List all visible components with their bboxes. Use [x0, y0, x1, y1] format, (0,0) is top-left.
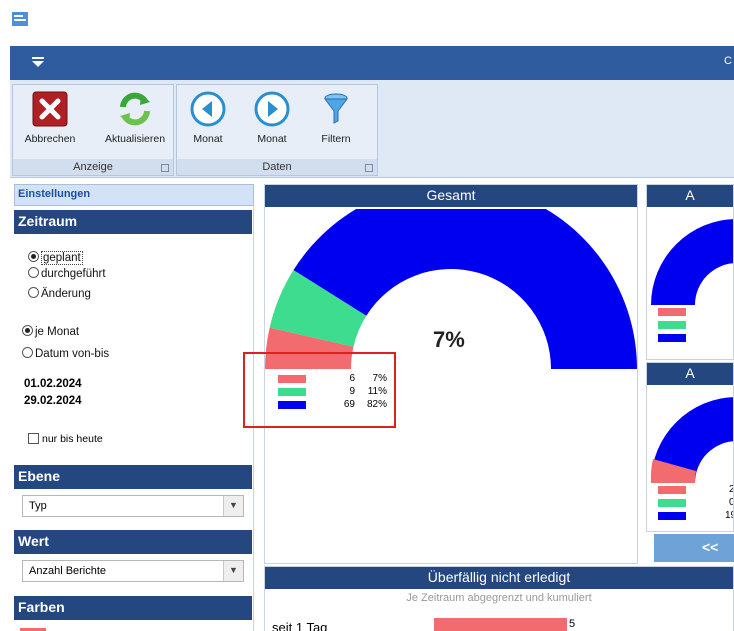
monat-forward-label: Monat	[257, 133, 287, 145]
chevron-down-icon[interactable]: ▼	[223, 561, 243, 581]
legend-row: 2	[657, 484, 733, 495]
radio-dot	[22, 325, 33, 336]
wert-header: Wert	[14, 530, 252, 554]
legend-swatch	[657, 320, 687, 330]
aktualisieren-label: Aktualisieren	[104, 133, 166, 145]
legend-count: 2	[729, 484, 733, 495]
legend-swatch	[657, 485, 687, 495]
previous-button[interactable]: <<	[654, 534, 734, 562]
checkbox-label: nur bis heute	[42, 433, 103, 445]
legend-swatch	[657, 333, 687, 343]
legend-row: 0	[657, 320, 733, 330]
ribbon-group-label-daten: Daten	[177, 159, 377, 175]
monat-back-label: Monat	[193, 133, 223, 145]
ribbon: Abbrechen Aktualisieren Anzeige Monat Mo…	[10, 80, 734, 178]
legend-count: 0	[729, 497, 733, 508]
wert-select[interactable]: Anzahl Berichte ▼	[22, 560, 244, 582]
overdue-bar-value: 5	[569, 618, 576, 630]
ribbon-group-anzeige: Abbrechen Aktualisieren Anzeige	[12, 84, 174, 176]
abbrechen-label: Abbrechen	[24, 133, 76, 145]
checkbox-box	[28, 433, 39, 444]
radio-dot	[28, 251, 39, 262]
radio-je-monat[interactable]: je Monat	[22, 325, 79, 338]
radio-dot	[28, 287, 39, 298]
bar-right-text: C	[724, 55, 732, 67]
aktualisieren-button[interactable]: Aktualisieren	[97, 91, 173, 145]
legend-row: 0	[657, 497, 733, 508]
settings-panel: Einstellungen Zeitraum geplant durchgefü…	[14, 184, 254, 631]
radio-dot	[22, 347, 33, 358]
radio-aenderung[interactable]: Änderung	[28, 287, 91, 300]
cancel-icon	[32, 91, 68, 127]
zeitraum-header: Zeitraum	[14, 210, 252, 234]
ebene-header: Ebene	[14, 465, 252, 489]
ribbon-group-daten: Monat Monat Filtern Daten	[176, 84, 378, 176]
nur-bis-heute-checkbox[interactable]: nur bis heute	[28, 433, 103, 445]
legend-count: 19	[725, 510, 733, 521]
ribbon-group-label-anzeige: Anzeige	[13, 159, 173, 175]
filter-icon	[324, 93, 348, 124]
side-bottom-title: A	[647, 363, 733, 385]
radio-label: Änderung	[41, 288, 91, 300]
legend-swatch	[657, 307, 687, 317]
side-top-title: A	[647, 185, 733, 207]
farben-header: Farben	[14, 596, 252, 620]
dialog-launcher-icon[interactable]	[365, 164, 373, 172]
side-bottom-donut-chart	[650, 397, 733, 483]
legend-row: 6	[657, 333, 733, 343]
quick-access-dropdown-icon[interactable]	[32, 57, 44, 67]
monat-forward-button[interactable]: Monat	[237, 91, 307, 145]
legend-swatch	[657, 498, 687, 508]
app-icon	[12, 12, 28, 26]
gesamt-title: Gesamt	[265, 185, 637, 207]
overdue-bar	[434, 618, 567, 631]
refresh-icon	[120, 92, 150, 126]
settings-title: Einstellungen	[14, 184, 254, 206]
dialog-launcher-icon[interactable]	[161, 164, 169, 172]
side-top-donut-chart	[651, 219, 733, 305]
wert-value: Anzahl Berichte	[29, 565, 107, 577]
date-from: 01.02.2024	[24, 378, 82, 390]
overdue-row-label: seit 1 Tag	[272, 620, 328, 631]
date-to: 29.02.2024	[24, 395, 82, 407]
ebene-value: Typ	[29, 500, 47, 512]
legend-row: 19	[657, 510, 733, 521]
radio-dot	[28, 267, 39, 278]
ebene-select[interactable]: Typ ▼	[22, 495, 244, 517]
chevron-down-icon[interactable]: ▼	[223, 496, 243, 516]
title-bar	[0, 0, 734, 40]
radio-label: Datum von-bis	[35, 348, 110, 360]
filtern-label: Filtern	[321, 133, 351, 145]
radio-label: je Monat	[35, 326, 80, 338]
radio-datum-von-bis[interactable]: Datum von-bis	[22, 347, 109, 360]
filtern-button[interactable]: Filtern	[301, 91, 371, 145]
highlight-box	[243, 352, 396, 428]
side-bottom-panel: A 2 0 19	[646, 362, 734, 532]
overdue-subtitle: Je Zeitraum abgegrenzt und kumuliert	[406, 592, 592, 604]
radio-label: durchgeführt	[41, 268, 106, 280]
quick-access-bar: C	[10, 46, 734, 80]
overdue-title: Überfällig nicht erledigt	[265, 567, 733, 589]
monat-back-button[interactable]: Monat	[173, 91, 243, 145]
radio-durchgefuehrt[interactable]: durchgeführt	[28, 267, 106, 280]
side-top-panel: A 0 0 6	[646, 184, 734, 360]
radio-geplant[interactable]: geplant	[28, 251, 83, 265]
legend-row: 0	[657, 307, 733, 317]
arrow-left-circle-icon	[190, 91, 226, 127]
gesamt-center-label: 7%	[433, 327, 465, 352]
radio-label: geplant	[41, 251, 83, 265]
arrow-right-circle-icon	[254, 91, 290, 127]
legend-swatch	[657, 511, 687, 521]
abbrechen-button[interactable]: Abbrechen	[15, 91, 85, 145]
